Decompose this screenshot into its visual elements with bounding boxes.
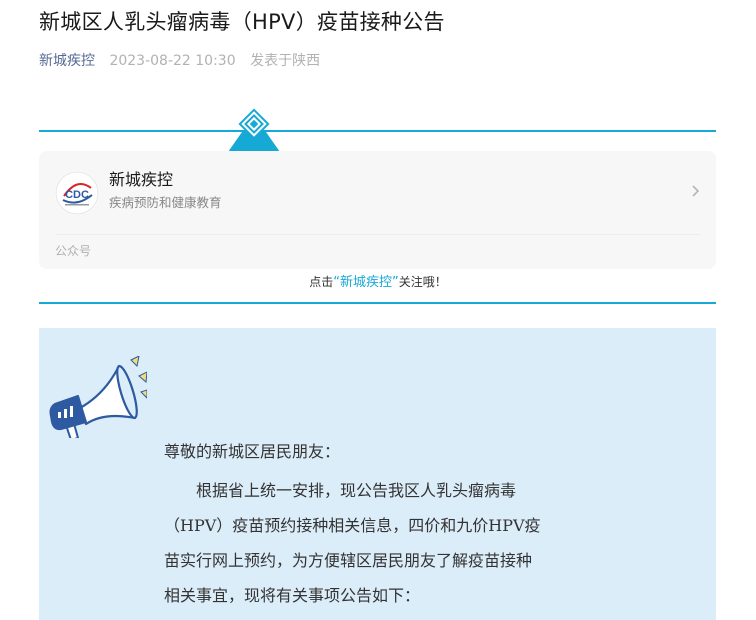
card-divider: [55, 234, 700, 235]
notice-greeting: 尊敬的新城区居民朋友：: [164, 442, 341, 461]
notice-line: 根据省上统一安排，现公告我区人乳头瘤病毒: [196, 481, 517, 500]
article-meta: 新城疾控 2023-08-22 10:30 发表于陕西: [39, 50, 320, 72]
bottom-divider-line: [39, 302, 716, 304]
meta-publish-time: 2023-08-22 10:30: [109, 53, 236, 69]
cdc-logo-icon: CDC: [55, 171, 99, 215]
account-card-name: 新城疾控: [109, 170, 174, 189]
cdc-logo-text: CDC: [65, 189, 89, 201]
top-divider-line: [39, 130, 716, 132]
notice-line: 苗实行网上预约，为方便辖区居民朋友了解疫苗接种: [164, 551, 533, 570]
account-card[interactable]: CDC 新城疾控 疾病预防和健康教育 公众号: [39, 151, 716, 269]
chevron-right-icon[interactable]: [690, 183, 702, 199]
follow-prompt: 点击“新城疾控”关注哦！: [0, 271, 756, 294]
megaphone-icon: [49, 356, 147, 438]
account-type-label: 公众号: [55, 244, 92, 258]
meta-location: 发表于陕西: [250, 53, 321, 69]
diamond-decoration-icon: [228, 108, 280, 152]
cdc-logo-graphic: CDC: [55, 171, 99, 215]
notice-line: （HPV）疫苗预约接种相关信息，四价和九价HPV疫: [164, 516, 541, 535]
article-page: 新城区人乳头瘤病毒（HPV）疫苗接种公告 新城疾控 2023-08-22 10:…: [0, 0, 756, 620]
account-card-description: 疾病预防和健康教育: [109, 195, 222, 210]
notice-panel: 尊敬的新城区居民朋友： 根据省上统一安排，现公告我区人乳头瘤病毒 （HPV）疫苗…: [39, 328, 716, 620]
meta-account-link[interactable]: 新城疾控: [39, 53, 95, 69]
article-title: 新城区人乳头瘤病毒（HPV）疫苗接种公告: [39, 10, 445, 34]
follow-account-link[interactable]: “新城疾控”: [333, 275, 398, 290]
notice-line: 相关事宜，现将有关事项公告如下：: [164, 586, 421, 605]
follow-suffix: 关注哦！: [398, 275, 447, 289]
follow-prefix: 点击: [309, 275, 334, 289]
notice-body: 根据省上统一安排，现公告我区人乳头瘤病毒 （HPV）疫苗预约接种相关信息，四价和…: [164, 473, 592, 613]
